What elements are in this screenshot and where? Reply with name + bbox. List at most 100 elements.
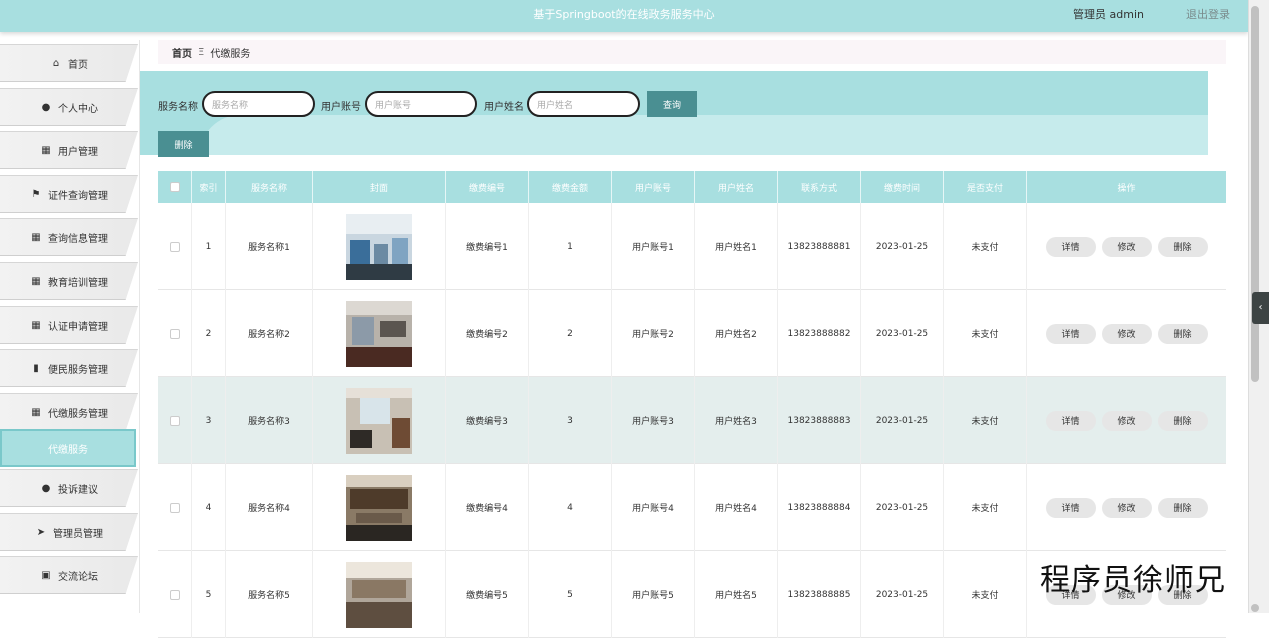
table-header: 索引 服务名称 封面 缴费编号 缴费金额 用户账号 用户姓名 联系方式 缴费时间…: [158, 171, 1226, 203]
collapse-toggle-icon[interactable]: ‹: [1252, 292, 1269, 324]
sidebar-item-query-info[interactable]: ▦ 查询信息管理: [0, 218, 138, 256]
cell-time: 2023-01-25: [861, 290, 944, 377]
cell-service-name: 服务名称3: [226, 377, 313, 464]
delete-button[interactable]: 删除: [1157, 410, 1208, 431]
cell-time: 2023-01-25: [861, 377, 944, 464]
column-header: 索引: [192, 171, 226, 203]
table-row[interactable]: 3 服务名称3 缴费编号3 3 用户账号3 用户姓名3 13823888883 …: [158, 377, 1226, 464]
sidebar-item-label: 投诉建议: [58, 484, 98, 496]
select-all-checkbox[interactable]: [169, 182, 180, 192]
sidebar-item-home[interactable]: ⌂ 首页: [0, 44, 138, 82]
send-icon: ➤: [36, 526, 46, 538]
bar-chart-icon: ▮: [33, 362, 39, 374]
row-select-cell: [158, 551, 192, 638]
cell-service-name: 服务名称4: [226, 464, 313, 551]
flag-icon: ⚑: [31, 188, 41, 200]
cell-account: 用户账号1: [612, 203, 695, 290]
column-header: 缴费时间: [861, 171, 944, 203]
edit-button[interactable]: 修改: [1101, 410, 1152, 431]
batch-delete-button[interactable]: 删除: [158, 131, 209, 157]
sidebar-item-profile[interactable]: ● 个人中心: [0, 88, 138, 126]
cell-cover: [313, 377, 446, 464]
sidebar-item-admins[interactable]: ➤ 管理员管理: [0, 513, 138, 551]
delete-button[interactable]: 删除: [1157, 236, 1208, 257]
username-input[interactable]: 用户姓名: [527, 91, 640, 117]
service-name-input[interactable]: 服务名称: [202, 91, 315, 117]
cell-fee-no: 缴费编号1: [446, 203, 529, 290]
cell-phone: 13823888884: [778, 464, 861, 551]
cell-paid: 未支付: [944, 203, 1027, 290]
sidebar-item-label: 便民服务管理: [48, 364, 108, 376]
sidebar-item-complaints[interactable]: ● 投诉建议: [0, 469, 138, 507]
cell-paid: 未支付: [944, 464, 1027, 551]
sidebar-item-label: 教育培训管理: [48, 277, 108, 289]
row-checkbox[interactable]: [169, 415, 180, 426]
detail-button[interactable]: 详情: [1045, 497, 1096, 518]
cell-paid: 未支付: [944, 551, 1027, 638]
table-row[interactable]: 2 服务名称2 缴费编号2 2 用户账号2 用户姓名2 13823888882 …: [158, 290, 1226, 377]
row-checkbox[interactable]: [169, 589, 180, 600]
app-title: 基于Springboot的在线政务服务中心: [533, 8, 715, 21]
cell-index: 3: [192, 377, 226, 464]
cell-fee-no: 缴费编号3: [446, 377, 529, 464]
table-row[interactable]: 1 服务名称1 缴费编号1 1 用户账号1 用户姓名1 13823888881 …: [158, 203, 1226, 290]
cell-username: 用户姓名1: [695, 203, 778, 290]
column-header: 操作: [1117, 183, 1136, 194]
cell-fee-no: 缴费编号2: [446, 290, 529, 377]
edit-button[interactable]: 修改: [1101, 323, 1152, 344]
cell-phone: 13823888882: [778, 290, 861, 377]
sidebar-item-label: 代缴服务管理: [48, 408, 108, 420]
username-label: 用户姓名: [484, 102, 524, 113]
sidebar-item-convenience[interactable]: ▮ 便民服务管理: [0, 349, 138, 387]
cell-amount: 5: [529, 551, 612, 638]
cell-time: 2023-01-25: [861, 464, 944, 551]
cell-actions: 详情 修改 删除: [1027, 377, 1226, 464]
detail-button[interactable]: 详情: [1045, 236, 1096, 257]
cell-phone: 13823888885: [778, 551, 861, 638]
breadcrumb-current: 代缴服务: [210, 48, 251, 60]
row-checkbox[interactable]: [169, 328, 180, 339]
sidebar-item-label: 查询信息管理: [48, 233, 108, 245]
column-header: 联系方式: [778, 171, 861, 203]
sidebar-item-label: 首页: [68, 59, 88, 71]
sidebar-item-label: 管理员管理: [53, 528, 103, 540]
table-row[interactable]: 4 服务名称4 缴费编号4 4 用户账号4 用户姓名4 13823888884 …: [158, 464, 1226, 551]
sidebar-item-education[interactable]: ▦ 教育培训管理: [0, 262, 138, 300]
logout-link[interactable]: 退出登录: [1186, 6, 1230, 22]
sidebar-item-label: 交流论坛: [58, 571, 98, 583]
cell-account: 用户账号2: [612, 290, 695, 377]
cell-cover: [313, 290, 446, 377]
breadcrumb-home[interactable]: 首页: [172, 45, 192, 60]
column-header: 封面: [313, 171, 446, 203]
row-checkbox[interactable]: [169, 502, 180, 513]
query-button[interactable]: 查询: [647, 91, 697, 117]
delete-button[interactable]: 删除: [1157, 323, 1208, 344]
delete-button[interactable]: 删除: [1157, 497, 1208, 518]
sidebar-item-users[interactable]: ▦ 用户管理: [0, 131, 138, 169]
cell-actions: 详情 修改 删除: [1027, 203, 1226, 290]
sidebar-item-payment-management[interactable]: ▦ 代缴服务管理: [0, 393, 138, 431]
cover-image: [346, 387, 412, 454]
cell-index: 4: [192, 464, 226, 551]
grid-icon: ▦: [31, 275, 41, 287]
row-select-cell: [158, 464, 192, 551]
detail-button[interactable]: 详情: [1045, 410, 1096, 431]
cell-username: 用户姓名2: [695, 290, 778, 377]
detail-button[interactable]: 详情: [1045, 323, 1096, 344]
edit-button[interactable]: 修改: [1101, 236, 1152, 257]
sidebar-item-certification[interactable]: ▦ 认证申请管理: [0, 306, 138, 344]
select-all-cell: [158, 171, 192, 203]
cell-paid: 未支付: [944, 377, 1027, 464]
cell-paid: 未支付: [944, 290, 1027, 377]
sidebar-item-certificate-query[interactable]: ⚑ 证件查询管理: [0, 175, 138, 213]
column-header: 服务名称: [226, 171, 313, 203]
edit-button[interactable]: 修改: [1101, 497, 1152, 518]
grid-icon: ▦: [31, 406, 41, 418]
row-checkbox[interactable]: [169, 241, 180, 252]
sidebar-item-forum[interactable]: ▣ 交流论坛: [0, 556, 138, 594]
cell-amount: 4: [529, 464, 612, 551]
sidebar-item-label: 代缴服务: [48, 444, 88, 456]
account-input[interactable]: 用户账号: [365, 91, 477, 117]
sidebar-item-payment-service[interactable]: 代缴服务: [0, 429, 136, 467]
scrollbar-thumb[interactable]: [1251, 6, 1259, 382]
